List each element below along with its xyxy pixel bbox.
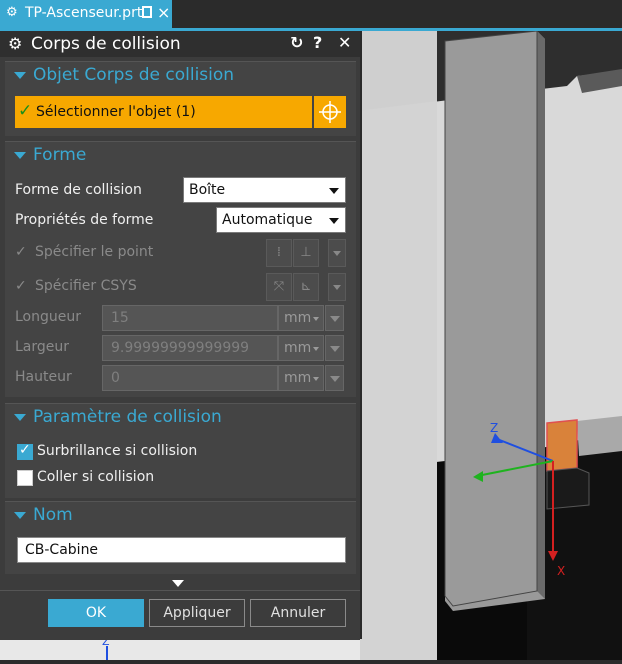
graphics-viewport[interactable]: Z X (357, 31, 622, 660)
collision-shape-value: Boîte (189, 182, 226, 198)
length-input[interactable]: 15 (102, 305, 278, 331)
section-collision-header[interactable]: Paramètre de collision (5, 404, 356, 432)
collapse-triangle-icon (14, 414, 26, 421)
help-icon[interactable]: ? (313, 33, 322, 52)
cancel-button[interactable]: Annuler (250, 599, 346, 627)
chevron-down-icon (333, 285, 341, 290)
tab-close-icon[interactable]: × (157, 3, 170, 22)
shape-props-value: Automatique (222, 212, 313, 228)
highlight-label: Surbrillance si collision (37, 443, 198, 459)
part-file-icon: ⚙ (6, 5, 18, 20)
csys-inferred-icon[interactable]: ⊾ (293, 273, 319, 301)
crosshair-select-button[interactable] (314, 96, 346, 128)
section-name-header[interactable]: Nom (5, 502, 356, 530)
height-input[interactable]: 0 (102, 365, 278, 391)
width-label: Largeur (15, 339, 70, 355)
length-unit-select[interactable]: mm (278, 305, 324, 331)
length-label: Longueur (15, 309, 81, 325)
section-object-header[interactable]: Objet Corps de collision (5, 62, 356, 90)
section-collision-title: Paramètre de collision (33, 407, 222, 427)
more-options-chevron-icon[interactable] (172, 580, 184, 587)
shape-props-dropdown[interactable]: Automatique (216, 207, 346, 233)
specify-csys-check-icon: ✓ (15, 278, 27, 294)
close-icon[interactable]: ✕ (338, 33, 351, 52)
section-name: Nom CB-Cabine (5, 501, 356, 574)
name-input[interactable]: CB-Cabine (17, 537, 346, 563)
apply-button[interactable]: Appliquer (149, 599, 245, 627)
height-label: Hauteur (15, 369, 72, 385)
shape-props-label: Propriétés de forme (15, 212, 154, 228)
crosshair-icon (319, 101, 341, 123)
stick-label: Coller si collision (37, 469, 155, 485)
section-object: Objet Corps de collision ✓ Sélectionner … (5, 61, 356, 136)
select-object-label: Sélectionner l'objet (1) (36, 104, 196, 120)
collision-shape-dropdown[interactable]: Boîte (183, 177, 346, 203)
chevron-down-icon (313, 317, 319, 321)
height-unit-select[interactable]: mm (278, 365, 324, 391)
collision-body-dialog: ⚙ Corps de collision ↻ ? ✕ Objet Corps d… (0, 31, 362, 640)
select-object-button[interactable]: ✓ Sélectionner l'objet (1) (15, 96, 312, 128)
chevron-down-icon (330, 376, 340, 382)
collision-shape-label: Forme de collision (15, 182, 142, 198)
ok-button[interactable]: OK (48, 599, 144, 627)
section-shape-header[interactable]: Forme (5, 142, 356, 170)
document-tab-bar: ⚙ TP-Ascenseur.prt × (0, 0, 622, 28)
stick-checkbox[interactable] (17, 470, 33, 486)
axis-z-label: Z (490, 421, 498, 435)
section-shape: Forme Forme de collision Boîte Propriété… (5, 141, 356, 397)
width-unit-value: mm (284, 340, 312, 356)
checkmark-icon: ✓ (19, 442, 31, 458)
specify-point-check-icon: ✓ (15, 244, 27, 260)
width-value: 9.99999999999999 (111, 340, 250, 356)
specify-csys-label: Spécifier CSYS (35, 278, 137, 294)
specify-point-label: Spécifier le point (35, 244, 154, 260)
collapse-triangle-icon (14, 512, 26, 519)
dialog-gear-icon[interactable]: ⚙ (8, 34, 22, 53)
height-options-dropdown[interactable] (325, 365, 344, 391)
chevron-down-icon (329, 218, 339, 224)
axis-x-label: X (557, 564, 565, 578)
document-tab[interactable]: ⚙ TP-Ascenseur.prt × (0, 0, 172, 28)
collapse-triangle-icon (14, 72, 26, 79)
tab-pin-icon[interactable] (142, 6, 152, 18)
csys-options-dropdown[interactable] (328, 273, 346, 301)
height-unit-value: mm (284, 370, 312, 386)
dialog-header: ⚙ Corps de collision ↻ ? ✕ (0, 31, 360, 57)
chevron-down-icon (330, 316, 340, 322)
viewport-scene: Z X (357, 31, 622, 660)
name-value: CB-Cabine (25, 542, 99, 558)
dialog-title: Corps de collision (31, 34, 181, 54)
width-unit-select[interactable]: mm (278, 335, 324, 361)
height-value: 0 (111, 370, 120, 386)
collapse-triangle-icon (14, 152, 26, 159)
section-collision: Paramètre de collision ✓ Surbrillance si… (5, 403, 356, 498)
section-object-title: Objet Corps de collision (33, 65, 235, 85)
length-value: 15 (111, 310, 129, 326)
document-tab-title: TP-Ascenseur.prt (25, 5, 143, 21)
reset-icon[interactable]: ↻ (290, 33, 303, 52)
point-dialog-icon[interactable]: ⁞ (266, 239, 292, 267)
inferred-point-icon[interactable]: ⊥ (293, 239, 319, 267)
width-options-dropdown[interactable] (325, 335, 344, 361)
dialog-footer: OK Appliquer Annuler (0, 590, 360, 640)
highlight-checkbox[interactable]: ✓ (17, 442, 33, 460)
section-shape-title: Forme (33, 145, 87, 165)
check-icon: ✓ (18, 101, 33, 121)
chevron-down-icon (313, 347, 319, 351)
chevron-down-icon (330, 346, 340, 352)
point-options-dropdown[interactable] (328, 239, 346, 267)
section-name-title: Nom (33, 505, 73, 525)
length-unit-value: mm (284, 310, 312, 326)
chevron-down-icon (313, 377, 319, 381)
chevron-down-icon (329, 188, 339, 194)
width-input[interactable]: 9.99999999999999 (102, 335, 278, 361)
length-options-dropdown[interactable] (325, 305, 344, 331)
csys-dialog-icon[interactable]: ⤧ (266, 273, 292, 301)
chevron-down-icon (333, 251, 341, 256)
